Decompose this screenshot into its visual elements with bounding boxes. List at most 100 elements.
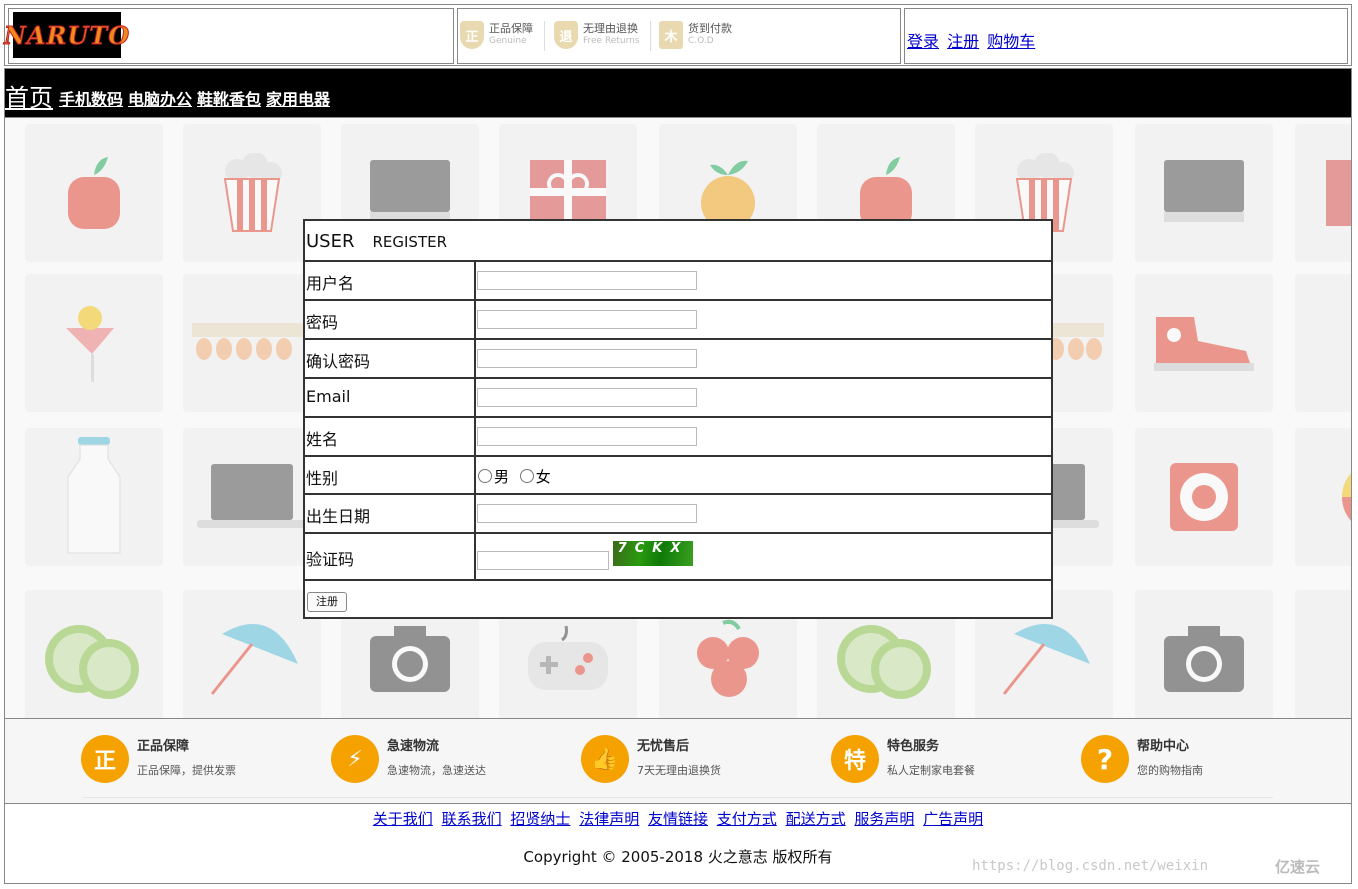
- site-logo[interactable]: NARUTO: [3, 12, 130, 58]
- feature-after-sales: 👍 无忧售后 7天无理由退换货: [581, 735, 721, 783]
- column-divider: [474, 534, 476, 579]
- birthday-input[interactable]: [477, 504, 697, 523]
- nav-home[interactable]: 首页: [5, 78, 53, 113]
- column-divider: [474, 457, 476, 493]
- email-label: Email: [306, 387, 351, 406]
- captcha-row: 验证码 7CKX: [305, 534, 1051, 581]
- name-label: 姓名: [306, 430, 339, 449]
- logo-cell: NARUTO: [3, 8, 454, 64]
- column-divider: [474, 340, 476, 377]
- birthday-row: 出生日期: [305, 495, 1051, 534]
- password-input[interactable]: [477, 310, 697, 329]
- name-row: 姓名: [305, 418, 1051, 457]
- column-divider: [474, 495, 476, 532]
- feature-desc: 急速物流，急速送达: [387, 764, 486, 777]
- password-label: 密码: [306, 313, 339, 332]
- banana-icon: [1295, 274, 1351, 412]
- kiwi-icon: [25, 590, 163, 718]
- footer-link-ads[interactable]: 广告声明: [923, 810, 983, 828]
- special-service-icon: 特: [831, 735, 879, 783]
- guarantee-title: 无理由退换: [583, 22, 638, 35]
- guarantee-title: 正品保障: [489, 22, 533, 35]
- footer-link-contact[interactable]: 联系我们: [442, 810, 502, 828]
- submit-button[interactable]: 注册: [307, 592, 347, 612]
- feature-title: 帮助中心: [1137, 739, 1190, 754]
- birthday-label: 出生日期: [306, 507, 371, 526]
- account-links-cell: 登录 注册 购物车: [904, 8, 1348, 64]
- umbrella-icon: [183, 590, 321, 718]
- popcorn-icon: [183, 124, 321, 262]
- feature-desc: 私人定制家电套餐: [887, 764, 975, 777]
- thumbs-up-icon: 👍: [581, 735, 629, 783]
- guarantee-cod: 木 货到付款 C.O.D: [659, 21, 732, 49]
- watermark-url: https://blog.csdn.net/weixin: [972, 858, 1209, 874]
- column-divider: [474, 379, 476, 416]
- feature-logistics: ⚡ 急速物流 急速物流，急速送达: [331, 735, 486, 783]
- confirm-row: 确认密码: [305, 340, 1051, 379]
- gender-male-label: 男: [494, 468, 510, 486]
- column-divider: [474, 262, 476, 299]
- gamepad-icon: [1295, 590, 1351, 718]
- name-input[interactable]: [477, 427, 697, 446]
- captcha-input[interactable]: [477, 551, 609, 570]
- footer-link-about[interactable]: 关于我们: [373, 810, 433, 828]
- gift-icon: [1295, 124, 1351, 262]
- username-label: 用户名: [306, 274, 355, 293]
- feature-title: 特色服务: [887, 739, 940, 754]
- column-divider: [474, 301, 476, 338]
- feature-desc: 正品保障，提供发票: [137, 764, 236, 777]
- email-input[interactable]: [477, 388, 697, 407]
- username-input[interactable]: [477, 271, 697, 290]
- footer-link-payment[interactable]: 支付方式: [717, 810, 777, 828]
- divider: [544, 21, 545, 51]
- email-row: Email: [305, 379, 1051, 418]
- confirm-password-input[interactable]: [477, 349, 697, 368]
- gender-female-label: 女: [535, 468, 551, 486]
- username-row: 用户名: [305, 262, 1051, 301]
- genuine-icon: 正: [81, 735, 129, 783]
- column-divider: [474, 418, 476, 455]
- login-link[interactable]: 登录: [907, 32, 939, 51]
- gender-row: 性别 男 女: [305, 457, 1051, 495]
- guarantee-sub: C.O.D: [688, 36, 714, 46]
- footer-link-service[interactable]: 服务声明: [854, 810, 914, 828]
- feature-desc: 您的购物指南: [1137, 764, 1203, 777]
- form-title: USER: [306, 231, 355, 252]
- logistics-icon: ⚡: [331, 735, 379, 783]
- gender-male-radio[interactable]: [478, 469, 492, 483]
- sneaker-icon: [1135, 274, 1273, 412]
- eggs-icon: [183, 274, 321, 412]
- form-title-row: USER REGISTER: [305, 221, 1051, 262]
- guarantee-sub: Free Returns: [583, 36, 640, 46]
- cod-icon: 木: [659, 21, 683, 49]
- divider: [650, 21, 651, 51]
- register-link[interactable]: 注册: [947, 32, 979, 51]
- captcha-image[interactable]: 7CKX: [613, 541, 693, 566]
- laptop-icon: [183, 428, 321, 566]
- footer-link-careers[interactable]: 招贤纳士: [510, 810, 570, 828]
- nav-item-appliances[interactable]: 家用电器: [266, 86, 330, 110]
- divider: [83, 797, 1273, 798]
- nav-item-phones[interactable]: 手机数码: [59, 86, 123, 110]
- footer-link-legal[interactable]: 法律声明: [579, 810, 639, 828]
- feature-desc: 7天无理由退换货: [637, 764, 721, 777]
- beach-ball-icon: [1295, 428, 1351, 566]
- guarantee-sub: Genuine: [489, 36, 527, 46]
- register-form: USER REGISTER 用户名 密码 确认密码 Email 姓名 性别 男 女…: [303, 219, 1053, 619]
- feature-help: ? 帮助中心 您的购物指南: [1081, 735, 1203, 783]
- nav-item-computers[interactable]: 电脑办公: [128, 86, 192, 110]
- nav-item-shoes-bags[interactable]: 鞋靴香包: [197, 86, 261, 110]
- guarantee-returns: 退 无理由退换 Free Returns: [554, 21, 640, 49]
- footer-link-friends[interactable]: 友情链接: [648, 810, 708, 828]
- cart-link[interactable]: 购物车: [987, 32, 1035, 51]
- main-nav: 首页 手机数码 电脑办公 鞋靴香包 家用电器: [4, 68, 1352, 118]
- feature-strip: 正 正品保障 正品保障，提供发票 ⚡ 急速物流 急速物流，急速送达 👍 无忧售后 7天…: [4, 718, 1352, 804]
- genuine-shield-icon: 正: [460, 21, 484, 49]
- gender-female-radio[interactable]: [519, 469, 534, 483]
- footer-link-delivery[interactable]: 配送方式: [786, 810, 846, 828]
- feature-title: 无忧售后: [637, 739, 690, 754]
- milk-bottle-icon: [25, 428, 163, 566]
- guarantee-cell: 正 正品保障 Genuine 退 无理由退换 Free Returns 木 货到付款…: [457, 8, 901, 64]
- camera-icon: [1135, 590, 1273, 718]
- confirm-password-label: 确认密码: [306, 352, 371, 371]
